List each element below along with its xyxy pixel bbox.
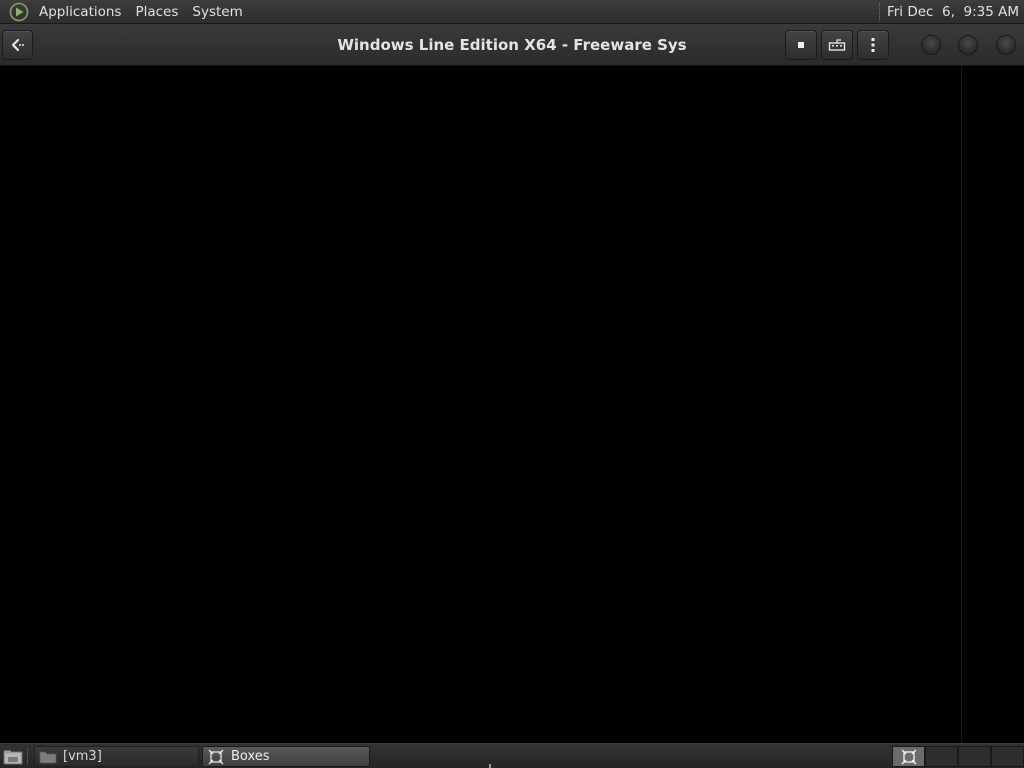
window-title: Windows Line Edition X64 - Freeware Sys <box>337 36 687 54</box>
back-arrow-icon <box>11 38 24 52</box>
display-edge <box>961 66 962 743</box>
vm-display[interactable] <box>0 66 1024 743</box>
show-desktop-icon <box>3 750 23 764</box>
distro-logo-icon[interactable] <box>8 1 30 23</box>
mouse-cursor <box>489 764 491 768</box>
maximize-button[interactable] <box>958 35 978 55</box>
show-desktop-button[interactable] <box>2 747 24 766</box>
system-menu[interactable]: System <box>185 4 249 20</box>
stop-button[interactable] <box>785 30 817 60</box>
taskbar-item-label: [vm3] <box>63 749 102 764</box>
workspace-1[interactable] <box>892 746 925 767</box>
panel-separator <box>878 2 881 21</box>
send-keys-button[interactable] <box>821 30 853 60</box>
taskbar-item-label: Boxes <box>231 749 270 764</box>
stop-icon <box>798 42 804 48</box>
workspace-4[interactable] <box>991 746 1024 767</box>
folder-icon <box>39 749 57 765</box>
back-button[interactable] <box>2 30 33 60</box>
taskbar-item-boxes[interactable]: Boxes <box>202 746 370 767</box>
applications-menu[interactable]: Applications <box>32 4 128 20</box>
vertical-dots-icon <box>871 38 875 52</box>
workspace-2[interactable] <box>925 746 958 767</box>
bottom-separator <box>27 748 29 765</box>
boxes-icon <box>901 749 916 764</box>
clock[interactable]: Fri Dec 6, 9:35 AM <box>887 4 1024 20</box>
top-panel: Applications Places System Fri Dec 6, 9:… <box>0 0 1024 24</box>
minimize-button[interactable] <box>921 35 941 55</box>
boxes-icon <box>207 749 225 765</box>
workspace-3[interactable] <box>958 746 991 767</box>
bottom-panel: [vm3] Boxes <box>0 743 1024 768</box>
places-menu[interactable]: Places <box>128 4 185 20</box>
taskbar-item-vm3[interactable]: [vm3] <box>34 746 199 767</box>
more-options-button[interactable] <box>857 30 889 60</box>
window-headerbar: Windows Line Edition X64 - Freeware Sys <box>0 24 1024 66</box>
keyboard-icon <box>828 39 846 51</box>
close-button[interactable] <box>996 35 1016 55</box>
